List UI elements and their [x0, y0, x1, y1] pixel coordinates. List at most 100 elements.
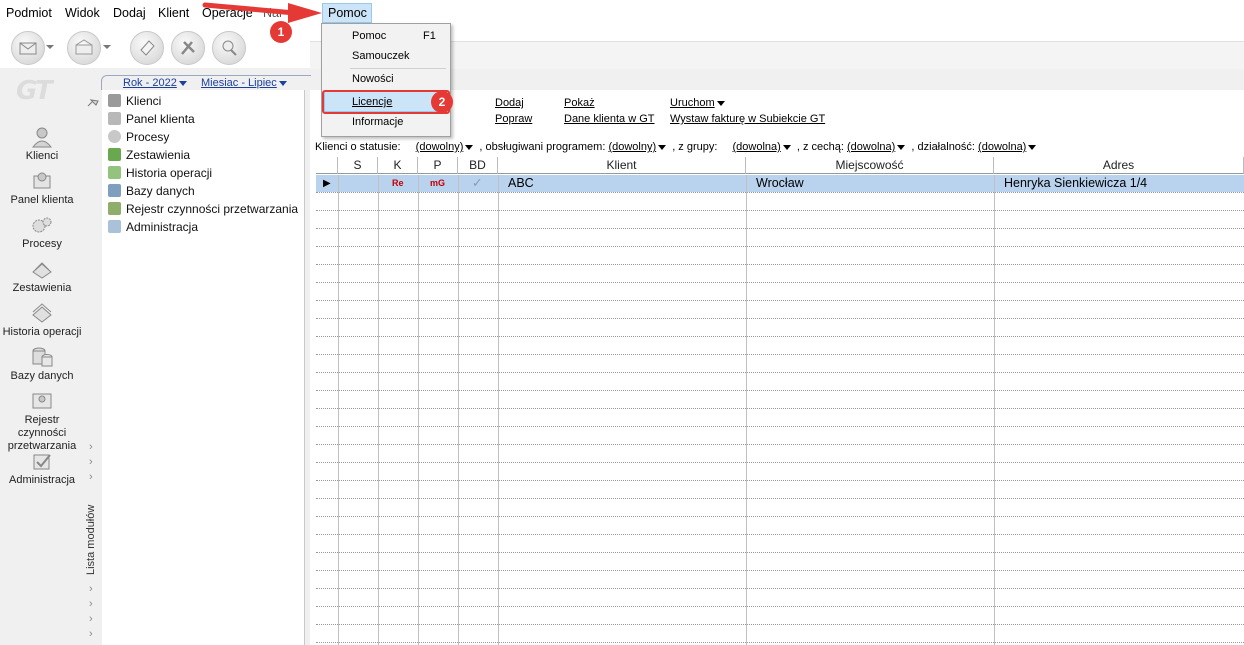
module-panel-klienta[interactable]: Panel klienta: [108, 112, 195, 130]
module-procesy[interactable]: Procesy: [108, 130, 169, 148]
help-menu-item-samouczek[interactable]: Samouczek: [352, 50, 409, 62]
column-divider: [994, 175, 995, 645]
nav-label: Zestawienia: [12, 282, 72, 294]
nav-procesy[interactable]: Procesy: [0, 214, 84, 250]
module-label: Bazy danych: [126, 184, 195, 198]
group-label: , z grupy:: [672, 141, 718, 153]
nav-zestawienia[interactable]: Zestawienia: [0, 258, 84, 294]
menu-pomoc[interactable]: Pomoc: [328, 6, 367, 20]
report-icon: [108, 148, 121, 161]
column-header-p[interactable]: P: [418, 157, 458, 174]
row-divider: [316, 318, 1244, 319]
column-header-s[interactable]: S: [338, 157, 378, 174]
row-divider: [316, 552, 1244, 553]
chevron-down-icon[interactable]: [1028, 144, 1037, 150]
add-link[interactable]: Dodaj: [495, 97, 524, 109]
row-divider: [316, 642, 1244, 643]
row-divider: [316, 210, 1244, 211]
send-mail-button[interactable]: [11, 31, 45, 65]
chevron-down-icon: [178, 80, 187, 86]
module-historia-operacji[interactable]: Historia operacji: [108, 166, 212, 184]
activity-filter[interactable]: (dowolna): [978, 141, 1026, 153]
nav-bazy-danych[interactable]: Bazy danych: [0, 346, 84, 382]
filter-bar: Klienci o statusie: (dowolny) , obsługiw…: [315, 141, 1039, 153]
pin-icon[interactable]: [87, 98, 99, 108]
chevron-right-icon: ›: [89, 583, 93, 595]
chevron-down-icon[interactable]: [46, 45, 54, 49]
column-header-k[interactable]: K: [378, 157, 418, 174]
row-divider: [316, 426, 1244, 427]
column-header-adres[interactable]: Adres: [994, 157, 1244, 174]
chevron-down-icon[interactable]: [897, 144, 906, 150]
month-selector[interactable]: Miesiac - Lipiec: [201, 77, 287, 89]
show-link[interactable]: Pokaż: [564, 97, 595, 109]
column-divider: [338, 175, 339, 645]
group-filter[interactable]: (dowolna): [733, 141, 781, 153]
cell-k: Re: [392, 178, 404, 188]
column-header-miejscowosc[interactable]: Miejscowość: [746, 157, 994, 174]
nav-klienci[interactable]: Klienci: [0, 126, 84, 162]
documents-button[interactable]: [130, 31, 164, 65]
row-divider: [316, 228, 1244, 229]
program-filter[interactable]: (dowolny): [608, 141, 656, 153]
row-indicator-header: [316, 157, 338, 174]
help-menu-item-informacje[interactable]: Informacje: [352, 116, 403, 128]
invoice-link[interactable]: Wystaw fakturę w Subiekcie GT: [670, 113, 825, 125]
chevron-right-icon: ›: [89, 628, 93, 640]
chevron-down-icon[interactable]: [782, 144, 791, 150]
chevron-down-icon[interactable]: [103, 45, 111, 49]
database-icon: [32, 347, 53, 367]
receive-mail-button[interactable]: [67, 31, 101, 65]
help-menu-item-pomoc[interactable]: Pomoc: [352, 30, 386, 42]
nav-historia-operacji[interactable]: Historia operacji: [0, 302, 84, 338]
row-divider: [316, 354, 1244, 355]
module-klienci[interactable]: Klienci: [108, 94, 161, 112]
edit-link[interactable]: Popraw: [495, 113, 532, 125]
client-data-link[interactable]: Dane klienta w GT: [564, 113, 654, 125]
chevron-down-icon[interactable]: [658, 144, 667, 150]
column-divider: [378, 175, 379, 645]
clients-table: S K P BD Klient Miejscowość Adres ▶ Re m…: [316, 157, 1244, 645]
module-label: Procesy: [126, 130, 170, 144]
feature-label: , z cechą:: [796, 141, 844, 153]
nav-label: Administracja: [8, 474, 76, 486]
tools-button[interactable]: [171, 31, 205, 65]
nav-rejestr[interactable]: Rejestr czynności przetwarzania: [0, 390, 84, 453]
run-label: Uruchom: [670, 97, 715, 109]
chevron-down-icon[interactable]: [465, 144, 474, 150]
cell-p: mG: [430, 178, 446, 188]
column-divider: [418, 175, 419, 645]
month-label: Miesiac - Lipiec: [201, 77, 277, 89]
nav-label: Historia operacji: [2, 326, 82, 338]
column-header-klient[interactable]: Klient: [498, 157, 746, 174]
gears-icon: [32, 217, 52, 233]
row-divider: [316, 624, 1244, 625]
document-icon: [140, 40, 155, 56]
help-menu-item-nowosci[interactable]: Nowości: [352, 73, 394, 85]
status-label: Klienci o statusie:: [315, 141, 401, 153]
module-administracja[interactable]: Administracja: [108, 220, 198, 238]
module-rejestr[interactable]: Rejestr czynności przetwarzania: [108, 202, 298, 220]
row-divider: [316, 570, 1244, 571]
nav-administracja[interactable]: Administracja: [0, 450, 84, 486]
user-search-button[interactable]: [212, 31, 246, 65]
shield-icon: [108, 202, 121, 215]
chevron-right-icon: ›: [89, 613, 93, 625]
chevron-right-icon: ›: [89, 456, 93, 468]
status-filter[interactable]: (dowolny): [416, 141, 464, 153]
column-header-bd[interactable]: BD: [458, 157, 498, 174]
row-divider: [316, 390, 1244, 391]
nav-panel-klienta[interactable]: Panel klienta: [0, 170, 84, 206]
year-selector[interactable]: Rok - 2022: [123, 77, 187, 89]
activity-label: , działalność:: [911, 141, 975, 153]
chevron-right-icon: ›: [89, 598, 93, 610]
module-bazy-danych[interactable]: Bazy danych: [108, 184, 195, 202]
column-divider: [498, 175, 499, 645]
run-link[interactable]: Uruchom: [670, 97, 725, 109]
row-divider: [316, 498, 1244, 499]
cell-bd-check: ✓: [472, 176, 483, 190]
module-zestawienia[interactable]: Zestawienia: [108, 148, 190, 166]
row-divider: [316, 300, 1244, 301]
feature-filter[interactable]: (dowolna): [847, 141, 895, 153]
admin-icon: [33, 454, 51, 470]
